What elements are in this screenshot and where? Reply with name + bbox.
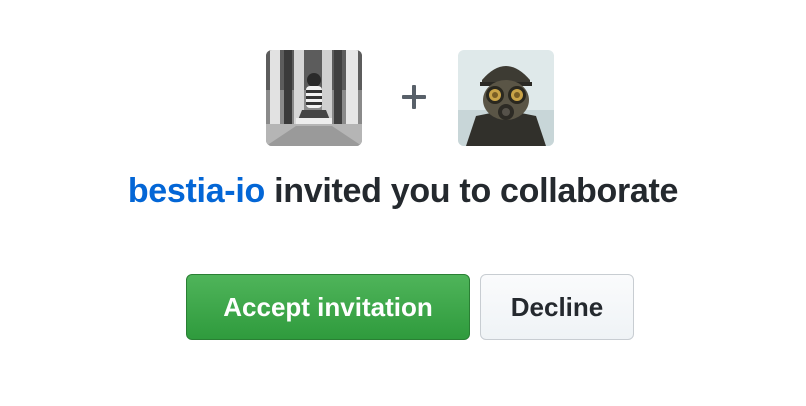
invitee-avatar[interactable] <box>458 50 554 146</box>
avatar-pair <box>0 50 806 146</box>
invitation-actions: Accept invitation Decline <box>0 274 806 342</box>
decline-button[interactable]: Decline <box>480 274 634 340</box>
inviter-avatar[interactable] <box>266 50 362 146</box>
accept-invitation-button[interactable]: Accept invitation <box>186 274 470 340</box>
invitation-headline: bestia-io invited you to collaborate <box>0 172 806 211</box>
invitee-avatar-image <box>458 50 554 146</box>
inviter-avatar-image <box>266 50 362 146</box>
invitation-message: invited you to collaborate <box>274 172 679 210</box>
inviter-link[interactable]: bestia-io <box>128 172 265 210</box>
plus-icon <box>397 80 431 114</box>
invitation-page: bestia-io invited you to collaborate Acc… <box>0 0 806 406</box>
